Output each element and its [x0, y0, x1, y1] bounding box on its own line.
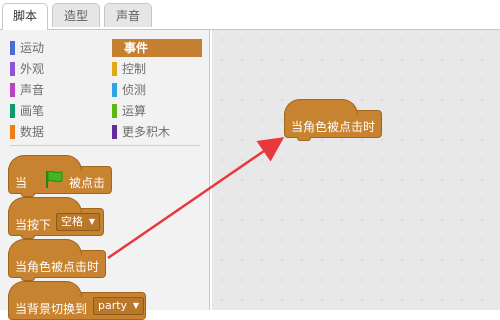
category-label: 侦测: [122, 83, 147, 97]
category-swatch: [10, 62, 15, 76]
block-text: 当背景切换到: [15, 302, 88, 316]
category-swatch: [10, 41, 15, 55]
category-label: 控制: [122, 62, 147, 76]
chevron-down-icon: ▼: [88, 217, 95, 226]
category-label: 运算: [122, 104, 147, 118]
when-key-pressed-block[interactable]: 当按下 空格 ▼: [8, 197, 104, 239]
when-backdrop-switches-block[interactable]: 当背景切换到 party ▼: [8, 281, 146, 320]
scratch-editor: 脚本 造型 声音 运动 外观 声音 画笔 数据 事件 控制 侦测 运算 更多积木…: [0, 0, 500, 320]
palette-divider: [10, 145, 200, 146]
category-operators[interactable]: 运算: [112, 102, 202, 120]
category-control[interactable]: 控制: [112, 60, 202, 78]
category-swatch: [10, 83, 15, 97]
category-label: 数据: [20, 125, 45, 139]
category-motion[interactable]: 运动: [10, 39, 100, 57]
script-sprite-clicked-block[interactable]: 当角色被点击时: [284, 99, 382, 141]
tab-scripts[interactable]: 脚本: [2, 3, 48, 30]
key-dropdown-value: 空格: [61, 215, 83, 228]
category-swatch: [112, 62, 117, 76]
block-text: 被点击: [69, 176, 106, 190]
category-swatch: [112, 125, 117, 139]
category-label: 声音: [20, 83, 45, 97]
key-dropdown[interactable]: 空格 ▼: [56, 213, 100, 231]
category-events[interactable]: 事件: [112, 39, 202, 57]
chevron-down-icon: ▼: [132, 301, 140, 310]
category-label: 运动: [20, 41, 45, 55]
category-pen[interactable]: 画笔: [10, 102, 100, 120]
block-text: 当角色被点击时: [15, 260, 100, 274]
block-notch: [297, 137, 311, 141]
green-flag-icon: [46, 170, 63, 188]
script-area[interactable]: 当角色被点击时: [212, 30, 500, 310]
category-sound[interactable]: 声音: [10, 81, 100, 99]
block-text: 当: [15, 176, 28, 190]
when-sprite-clicked-block[interactable]: 当角色被点击时: [8, 239, 106, 281]
category-label: 外观: [20, 62, 45, 76]
category-swatch: [112, 104, 117, 118]
block-text: 当角色被点击时: [291, 120, 376, 134]
category-sensing[interactable]: 侦测: [112, 81, 202, 99]
tab-costumes[interactable]: 造型: [52, 3, 100, 27]
when-flag-clicked-block[interactable]: 当 被点击: [8, 155, 112, 197]
category-swatch: [10, 104, 15, 118]
category-label: 画笔: [20, 104, 45, 118]
backdrop-dropdown-value: party: [98, 299, 128, 312]
block-text: 当按下: [15, 218, 52, 232]
category-swatch: [10, 125, 15, 139]
backdrop-dropdown[interactable]: party ▼: [93, 297, 145, 315]
category-data[interactable]: 数据: [10, 123, 100, 141]
tab-sounds[interactable]: 声音: [104, 3, 152, 27]
category-label: 更多积木: [122, 125, 171, 139]
category-looks[interactable]: 外观: [10, 60, 100, 78]
block-palette: 运动 外观 声音 画笔 数据 事件 控制 侦测 运算 更多积木 当 被点击 当按…: [0, 30, 210, 320]
category-label: 事件: [124, 41, 149, 55]
category-more-blocks[interactable]: 更多积木: [112, 123, 202, 141]
tab-bar: 脚本 造型 声音: [0, 0, 500, 30]
category-swatch: [112, 83, 117, 97]
